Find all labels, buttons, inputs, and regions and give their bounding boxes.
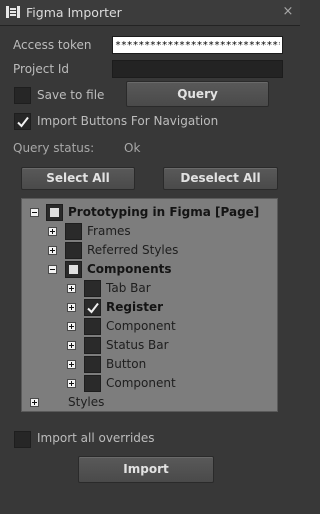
import-button[interactable]: Import xyxy=(78,456,214,483)
window-titlebar: Figma Importer × xyxy=(0,0,300,26)
expand-toggle[interactable] xyxy=(67,322,76,331)
tree-checkbox[interactable] xyxy=(84,318,101,335)
access-token-label: Access token xyxy=(13,38,92,52)
select-all-button[interactable]: Select All xyxy=(21,167,135,190)
tree-checkbox[interactable] xyxy=(84,337,101,354)
tree-row-tab-bar: Tab Bar xyxy=(22,279,277,298)
access-token-input[interactable] xyxy=(112,36,283,54)
tree-checkbox[interactable] xyxy=(84,280,101,297)
tree-item-label: Components xyxy=(87,262,172,276)
tree-item-label: Prototyping in Figma [Page] xyxy=(68,205,260,219)
expand-toggle[interactable] xyxy=(67,341,76,350)
collapse-toggle[interactable] xyxy=(30,208,39,217)
project-id-input[interactable] xyxy=(112,60,283,78)
expand-toggle[interactable] xyxy=(48,246,57,255)
tree-row-frames: Frames xyxy=(22,222,277,241)
expand-toggle[interactable] xyxy=(67,303,76,312)
tree-checkbox[interactable] xyxy=(84,375,101,392)
tree-row-referred-styles: Referred Styles xyxy=(22,241,277,260)
checkmark-icon xyxy=(87,302,99,314)
tree-row-page: Prototyping in Figma [Page] xyxy=(22,203,277,222)
tree-checkbox[interactable] xyxy=(65,242,82,259)
tree-item-label: Component xyxy=(106,376,176,390)
tree-item-label: Status Bar xyxy=(106,338,169,352)
tree-checkbox[interactable] xyxy=(84,356,101,373)
expand-toggle[interactable] xyxy=(67,360,76,369)
tree-item-label: Button xyxy=(106,357,147,371)
import-buttons-checkbox[interactable] xyxy=(14,113,31,130)
tree-row-styles: Styles xyxy=(22,393,277,412)
query-status-label: Query status: xyxy=(13,141,95,155)
component-tree: Prototyping in Figma [Page] Frames Refer… xyxy=(21,198,278,412)
tree-item-label: Styles xyxy=(68,395,105,409)
tree-row-button: Button xyxy=(22,355,277,374)
expand-toggle[interactable] xyxy=(48,227,57,236)
tree-row-component-2: Component xyxy=(22,374,277,393)
tree-row-component: Component xyxy=(22,317,277,336)
tree-item-label: Tab Bar xyxy=(106,281,151,295)
tree-item-label: Referred Styles xyxy=(87,243,179,257)
tree-checkbox[interactable] xyxy=(46,204,63,221)
project-id-label: Project Id xyxy=(13,62,70,76)
window-title: Figma Importer xyxy=(26,5,122,20)
collapse-toggle[interactable] xyxy=(48,265,57,274)
query-button[interactable]: Query xyxy=(126,81,269,107)
tree-item-label: Register xyxy=(106,300,164,314)
tree-row-status-bar: Status Bar xyxy=(22,336,277,355)
expand-toggle[interactable] xyxy=(67,284,76,293)
tree-checkbox[interactable] xyxy=(65,223,82,240)
tree-row-components: Components xyxy=(22,260,277,279)
save-to-file-checkbox[interactable] xyxy=(14,87,31,104)
query-status-value: Ok xyxy=(124,141,141,155)
checkmark-icon xyxy=(17,116,29,128)
tree-item-label: Component xyxy=(106,319,176,333)
import-buttons-label: Import Buttons For Navigation xyxy=(37,114,219,128)
tree-checkbox[interactable] xyxy=(65,261,82,278)
deselect-all-button[interactable]: Deselect All xyxy=(163,167,278,190)
save-to-file-label: Save to file xyxy=(37,88,105,102)
expand-toggle[interactable] xyxy=(30,398,39,407)
import-all-overrides-label: Import all overrides xyxy=(37,431,155,445)
import-all-overrides-checkbox[interactable] xyxy=(14,431,31,448)
tree-checkbox[interactable] xyxy=(84,299,101,316)
close-icon[interactable]: × xyxy=(280,4,296,20)
tree-item-label: Frames xyxy=(87,224,131,238)
tree-row-register: Register xyxy=(22,298,277,317)
figma-importer-icon xyxy=(6,6,20,18)
expand-toggle[interactable] xyxy=(67,379,76,388)
